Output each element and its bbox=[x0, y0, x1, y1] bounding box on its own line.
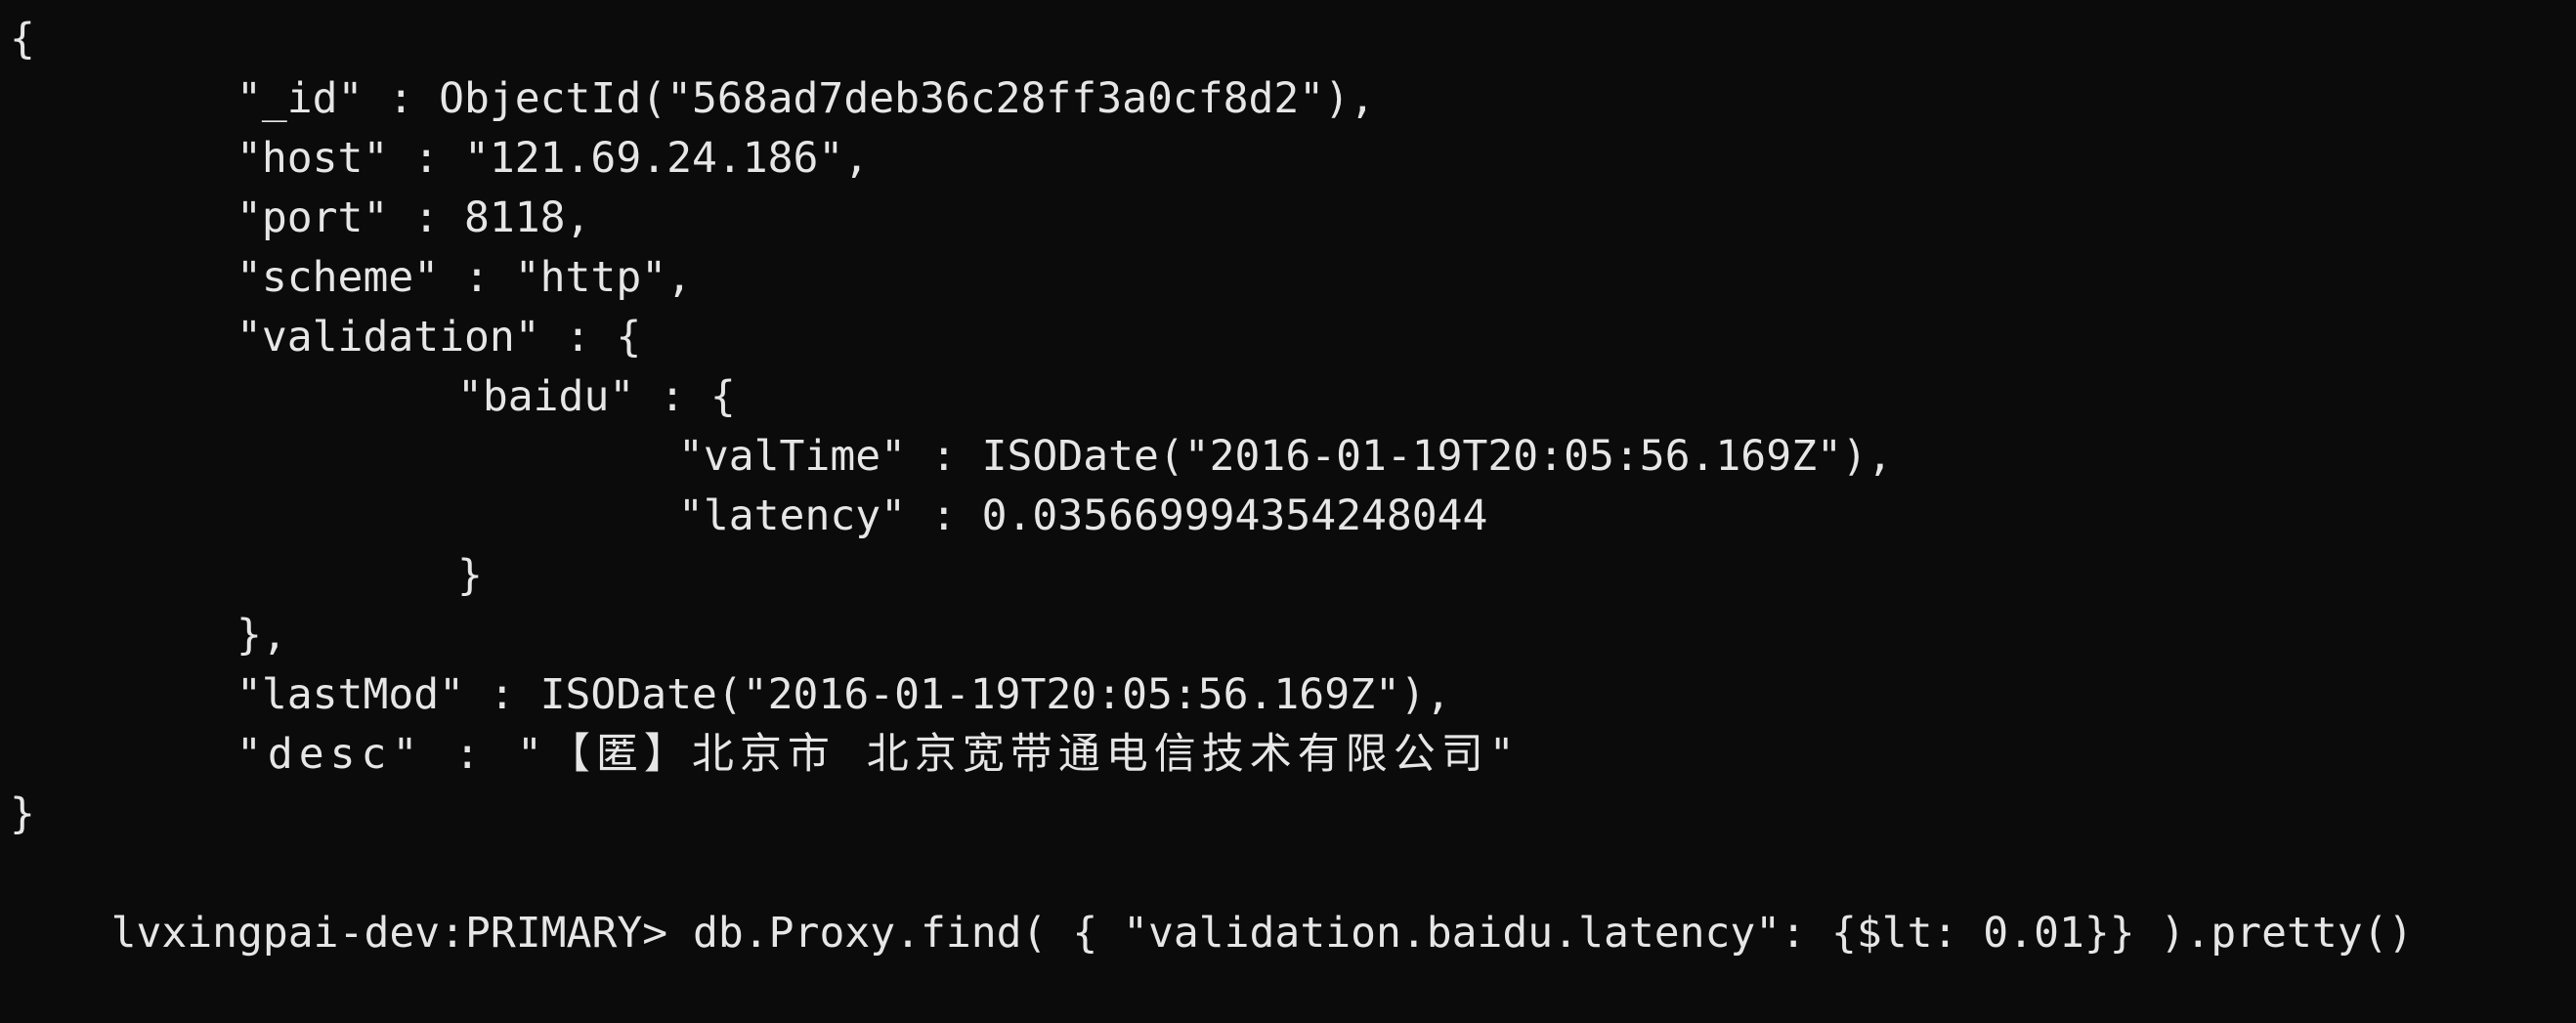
shell-prompt: lvxingpai-dev:PRIMARY> bbox=[110, 909, 693, 958]
output-line-scheme: "scheme" : "http", bbox=[236, 253, 692, 302]
output-line-close-brace: } bbox=[10, 789, 35, 838]
output-line-lastmod: "lastMod" : ISODate("2016-01-19T20:05:56… bbox=[236, 670, 1451, 719]
output-line-valtime: "valTime" : ISODate("2016-01-19T20:05:56… bbox=[678, 432, 1893, 481]
output-line-close-baidu: } bbox=[457, 551, 483, 600]
output-line-desc: "desc" : "【匿】北京市 北京宽带通电信技术有限公司" bbox=[236, 730, 1521, 779]
output-line-baidu: "baidu" : { bbox=[457, 372, 736, 421]
output-line-id: "_id" : ObjectId("568ad7deb36c28ff3a0cf8… bbox=[236, 74, 1375, 123]
terminal-window[interactable]: { "_id" : ObjectId("568ad7deb36c28ff3a0c… bbox=[0, 0, 2576, 958]
output-line-validation: "validation" : { bbox=[236, 313, 642, 362]
command-prompt-line[interactable]: lvxingpai-dev:PRIMARY> db.Proxy.find( { … bbox=[10, 844, 2576, 958]
command-input[interactable]: db.Proxy.find( { "validation.baidu.laten… bbox=[693, 909, 2413, 958]
output-line-close-validation: }, bbox=[236, 611, 287, 660]
output-line-open-brace: { bbox=[10, 15, 35, 64]
output-line-latency: "latency" : 0.035669994354248044 bbox=[678, 491, 1488, 540]
output-line-host: "host" : "121.69.24.186", bbox=[236, 134, 870, 183]
output-line-port: "port" : 8118, bbox=[236, 193, 591, 242]
